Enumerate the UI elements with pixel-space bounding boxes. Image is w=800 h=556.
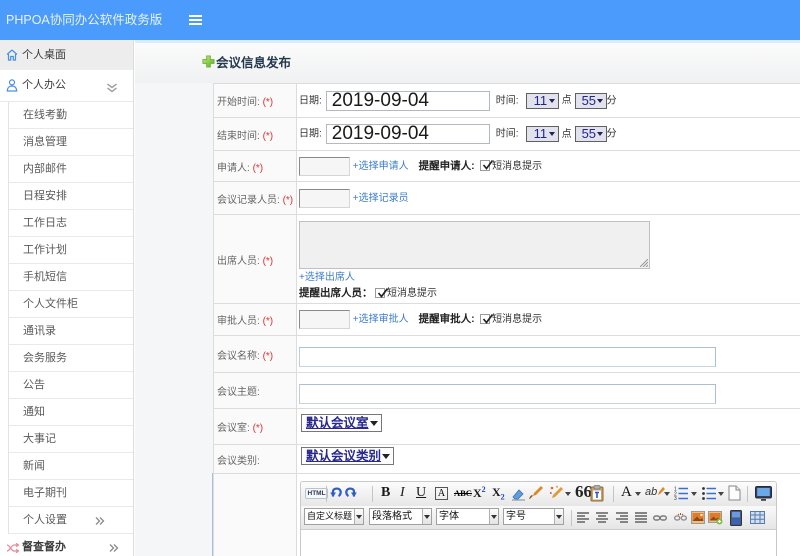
svg-text:3: 3 xyxy=(674,496,677,500)
